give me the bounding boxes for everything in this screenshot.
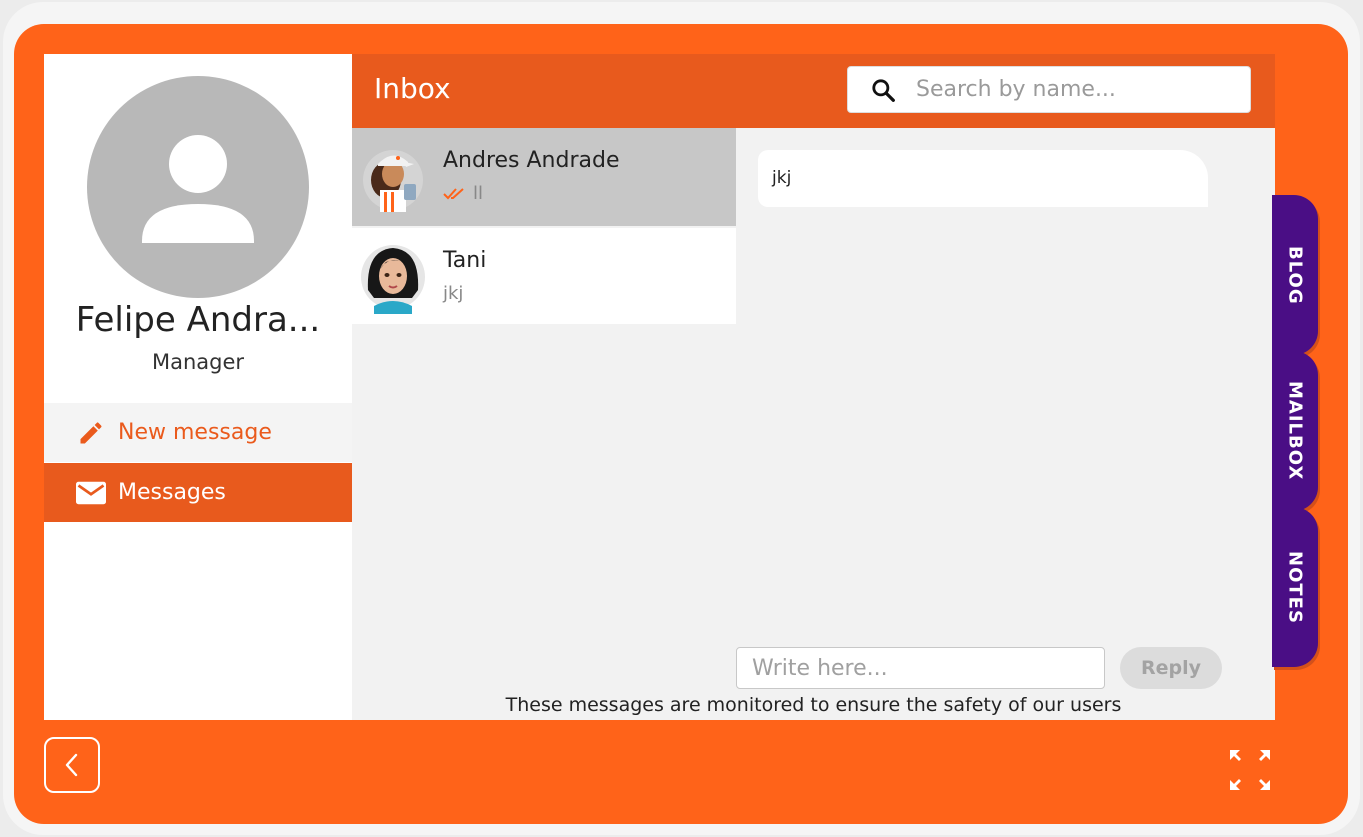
conversation-preview: jkj	[443, 283, 463, 304]
search-icon	[870, 75, 900, 105]
expand-icon	[1230, 750, 1270, 790]
conversation-preview: ll	[443, 183, 483, 204]
new-message-label: New message	[118, 420, 272, 445]
conversation-item-tani[interactable]: Tani jkj	[352, 228, 736, 324]
monitoring-notice: These messages are monitored to ensure t…	[505, 694, 1122, 716]
contact-avatar	[360, 240, 426, 314]
back-button[interactable]	[44, 737, 100, 793]
conversation-name: Andres Andrade	[443, 148, 620, 173]
tab-mailbox-label: MAILBOX	[1284, 381, 1306, 481]
tab-notes[interactable]: NOTES	[1272, 507, 1318, 667]
messages-label: Messages	[118, 480, 226, 505]
profile-panel: Felipe Andra... Manager New message Mess…	[44, 54, 352, 720]
fullscreen-button[interactable]	[1228, 748, 1272, 792]
inbox-header: Inbox	[352, 54, 1275, 128]
search-input[interactable]	[914, 76, 1218, 103]
person-icon	[142, 135, 254, 243]
profile-role: Manager	[151, 350, 245, 374]
reply-button[interactable]: Reply	[1120, 647, 1222, 689]
message-bubble: jkj	[758, 150, 1208, 207]
tab-notes-label: NOTES	[1284, 550, 1306, 624]
double-check-icon	[443, 187, 467, 201]
tab-blog-label: BLOG	[1284, 245, 1306, 305]
conversation-preview-text: ll	[473, 183, 484, 204]
conversation-preview-text: jkj	[443, 283, 464, 304]
envelope-icon	[76, 478, 106, 508]
chevron-left-icon	[62, 752, 82, 778]
reply-input[interactable]	[736, 647, 1105, 689]
messaging-app: Felipe Andra... Manager New message Mess…	[44, 54, 1275, 720]
tab-blog[interactable]: BLOG	[1272, 195, 1318, 355]
conversation-name: Tani	[443, 248, 487, 273]
tab-mailbox[interactable]: MAILBOX	[1272, 351, 1318, 511]
messages-button[interactable]: Messages	[44, 463, 352, 522]
conversation-item-andres[interactable]: Andres Andrade ll	[352, 128, 736, 226]
profile-name: Felipe Andra...	[75, 300, 321, 340]
search-box[interactable]	[847, 66, 1251, 113]
pencil-icon	[76, 418, 106, 448]
user-avatar	[87, 76, 309, 298]
inbox-title: Inbox	[374, 72, 451, 105]
contact-avatar	[360, 140, 426, 214]
new-message-button[interactable]: New message	[44, 403, 352, 462]
